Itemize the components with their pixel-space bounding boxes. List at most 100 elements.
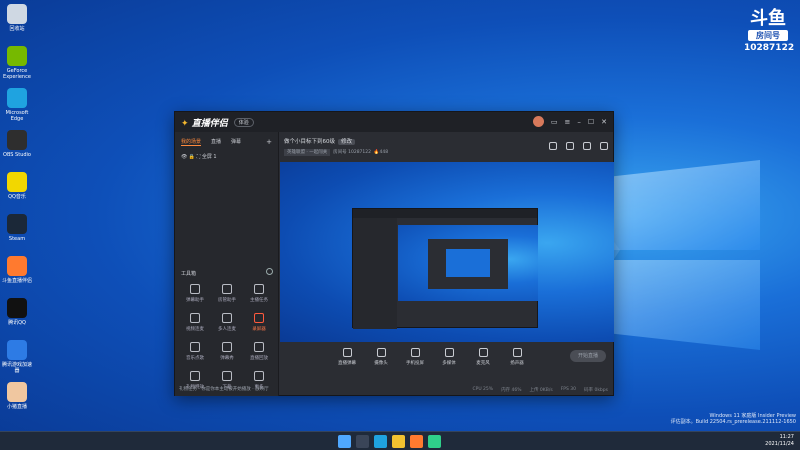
source-icon [512,348,522,357]
source-button[interactable]: 扬声器 [506,346,528,366]
message-icon[interactable]: ▭ [551,118,558,126]
share-icon[interactable] [549,142,557,150]
steam-icon [7,214,27,234]
title-bar[interactable]: ✦ 直播伴侣 体验 ▭ ≡ – ☐ ✕ [175,112,613,132]
source-label: 直播弹幕 [338,361,356,366]
heat-count: 448 [379,150,389,155]
edge-taskbar-icon[interactable] [374,435,387,448]
desktop-icon[interactable]: Microsoft Edge [2,88,32,122]
desktop-icon[interactable]: OBS Studio [2,130,32,158]
collapse-icon[interactable] [266,268,273,275]
toolbox-item[interactable]: 弹幕助手 [179,284,211,303]
source-label: 麦克风 [476,361,490,366]
add-scene-button[interactable]: + [266,138,272,146]
tool-label: 主播任务 [250,298,268,303]
edit-title-button[interactable]: 修改 [338,139,356,145]
tool-label: 弹幕助手 [186,298,204,303]
desktop-icon-label: 腾讯QQ [8,320,26,326]
desktop-icon-label: Steam [8,236,26,242]
minimize-icon[interactable]: – [577,118,581,126]
home-icon[interactable] [600,142,608,150]
app-taskbar-icon[interactable] [428,435,441,448]
menu-icon[interactable]: ≡ [564,118,570,126]
explorer-icon[interactable] [392,435,405,448]
desktop-icon-label: 回收站 [9,26,25,32]
qq-icon [7,298,27,318]
toolbox-item[interactable]: 主播任务 [243,284,275,303]
source-button[interactable]: 摄像头 [370,346,392,366]
search-icon[interactable] [356,435,369,448]
main-area: 做个小目标下到60级 修改 英雄联盟 · 一起闯关 房间号 10287122 🔥4… [280,132,614,396]
source-button[interactable]: 多媒体 [438,346,460,366]
desktop-icon[interactable]: 斗鱼直播伴侣 [2,256,32,284]
pig-icon [7,382,27,402]
preview-nested-window [352,208,538,329]
toolbox-header: 工具箱 [181,268,273,277]
tool-label: 音乐点歌 [186,356,204,361]
douyu-room-badge: 斗鱼 房间号 10287122 [744,8,795,54]
desktop-icon[interactable]: QQ音乐 [2,172,32,200]
tool-icon [222,342,232,352]
tab-danmaku[interactable]: 弹幕 [231,138,241,146]
source-icon [410,348,420,357]
source-controls: 直播弹幕 摄像头 手机投屏 多媒体 麦克风 扬声器 [280,346,614,376]
desktop-icon[interactable]: 腾讯游戏加速器 [2,340,32,374]
tool-label: 视频连麦 [186,327,204,332]
scene-item[interactable]: 👁 🔒 ⛶ 全屏 1 [175,146,278,167]
desktop-icon[interactable]: 小猪直播 [2,382,32,410]
tool-label: 房管助手 [218,298,236,303]
tab-live[interactable]: 直播 [211,138,221,146]
source-button[interactable]: 直播弹幕 [336,346,358,366]
geforce-icon [7,46,27,66]
desktop-icon-label: OBS Studio [3,152,31,158]
source-button[interactable]: 麦克风 [472,346,494,366]
desktop-icon[interactable]: 腾讯QQ [2,298,32,326]
toolbox-item[interactable]: 房管助手 [211,284,243,303]
left-panel: 我的场景 直播 弹幕 + 👁 🔒 ⛶ 全屏 1 工具箱 弹幕助手 房管助手 主播任务… [175,132,279,396]
desktop-icon[interactable]: 回收站 [2,4,32,32]
obs-icon [7,130,27,150]
left-footer: 礼物任务 · 你是你本主动被开始播放 · 放映厅 [179,387,269,392]
start-icon[interactable] [338,435,351,448]
room-category[interactable]: 英雄联盟 · 一起闯关 [284,149,331,156]
douyu-logo: 斗鱼 [750,8,786,29]
start-live-button[interactable]: 开始直播 [570,350,606,362]
scene-tabs: 我的场景 直播 弹幕 + [175,132,278,146]
room-actions [549,142,608,150]
source-label: 扬声器 [510,361,524,366]
toolbox-item[interactable]: 多人连麦 [211,313,243,332]
toolbox-item[interactable]: 音乐点歌 [179,342,211,361]
edge-icon [7,88,27,108]
toolbox-item[interactable]: 录屏器 [243,313,275,332]
tool-icon [222,313,232,323]
desktop-icon-label: Microsoft Edge [5,110,29,122]
tool-icon [222,371,232,381]
toolbox-item[interactable]: 直播回放 [243,342,275,361]
qq-music-icon [7,172,27,192]
tool-icon [254,371,264,381]
douyu-taskbar-icon[interactable] [410,435,423,448]
desktop-icon[interactable]: Steam [2,214,32,242]
avatar[interactable] [532,116,544,127]
toolbox-item[interactable]: 弹幕秀 [211,342,243,361]
system-tray[interactable]: 11:27 2021/11/24 [765,434,794,448]
toolbox-grid: 弹幕助手 房管助手 主播任务 视频连麦 多人连麦 录屏器 音乐点歌 弹幕秀 直播回放 礼物特效 下载… [179,284,275,390]
close-icon[interactable]: ✕ [601,118,607,126]
stream-preview[interactable] [280,162,614,342]
source-button[interactable]: 手机投屏 [404,346,426,366]
tab-scenes[interactable]: 我的场景 [181,138,202,146]
desktop-icon-label: GeForce Experience [3,68,31,80]
room-number: 10287122 [744,43,795,53]
source-icon [444,348,454,357]
app-logo: ✦ 直播伴侣 [181,118,228,129]
windows-watermark: Windows 11 家庭版 Insider Preview 评估副本。Buil… [670,413,796,425]
taskbar-icons [338,435,441,448]
tool-label: 直播回放 [250,356,268,361]
maximize-icon[interactable]: ☐ [588,118,594,126]
status-item: 内存 46% [501,388,522,393]
data-icon[interactable] [583,142,591,150]
toolbox-item[interactable]: 视频连麦 [179,313,211,332]
desktop-icon[interactable]: GeForce Experience [2,46,32,80]
settings-icon[interactable] [566,142,574,150]
version-badge[interactable]: 体验 [233,117,254,127]
